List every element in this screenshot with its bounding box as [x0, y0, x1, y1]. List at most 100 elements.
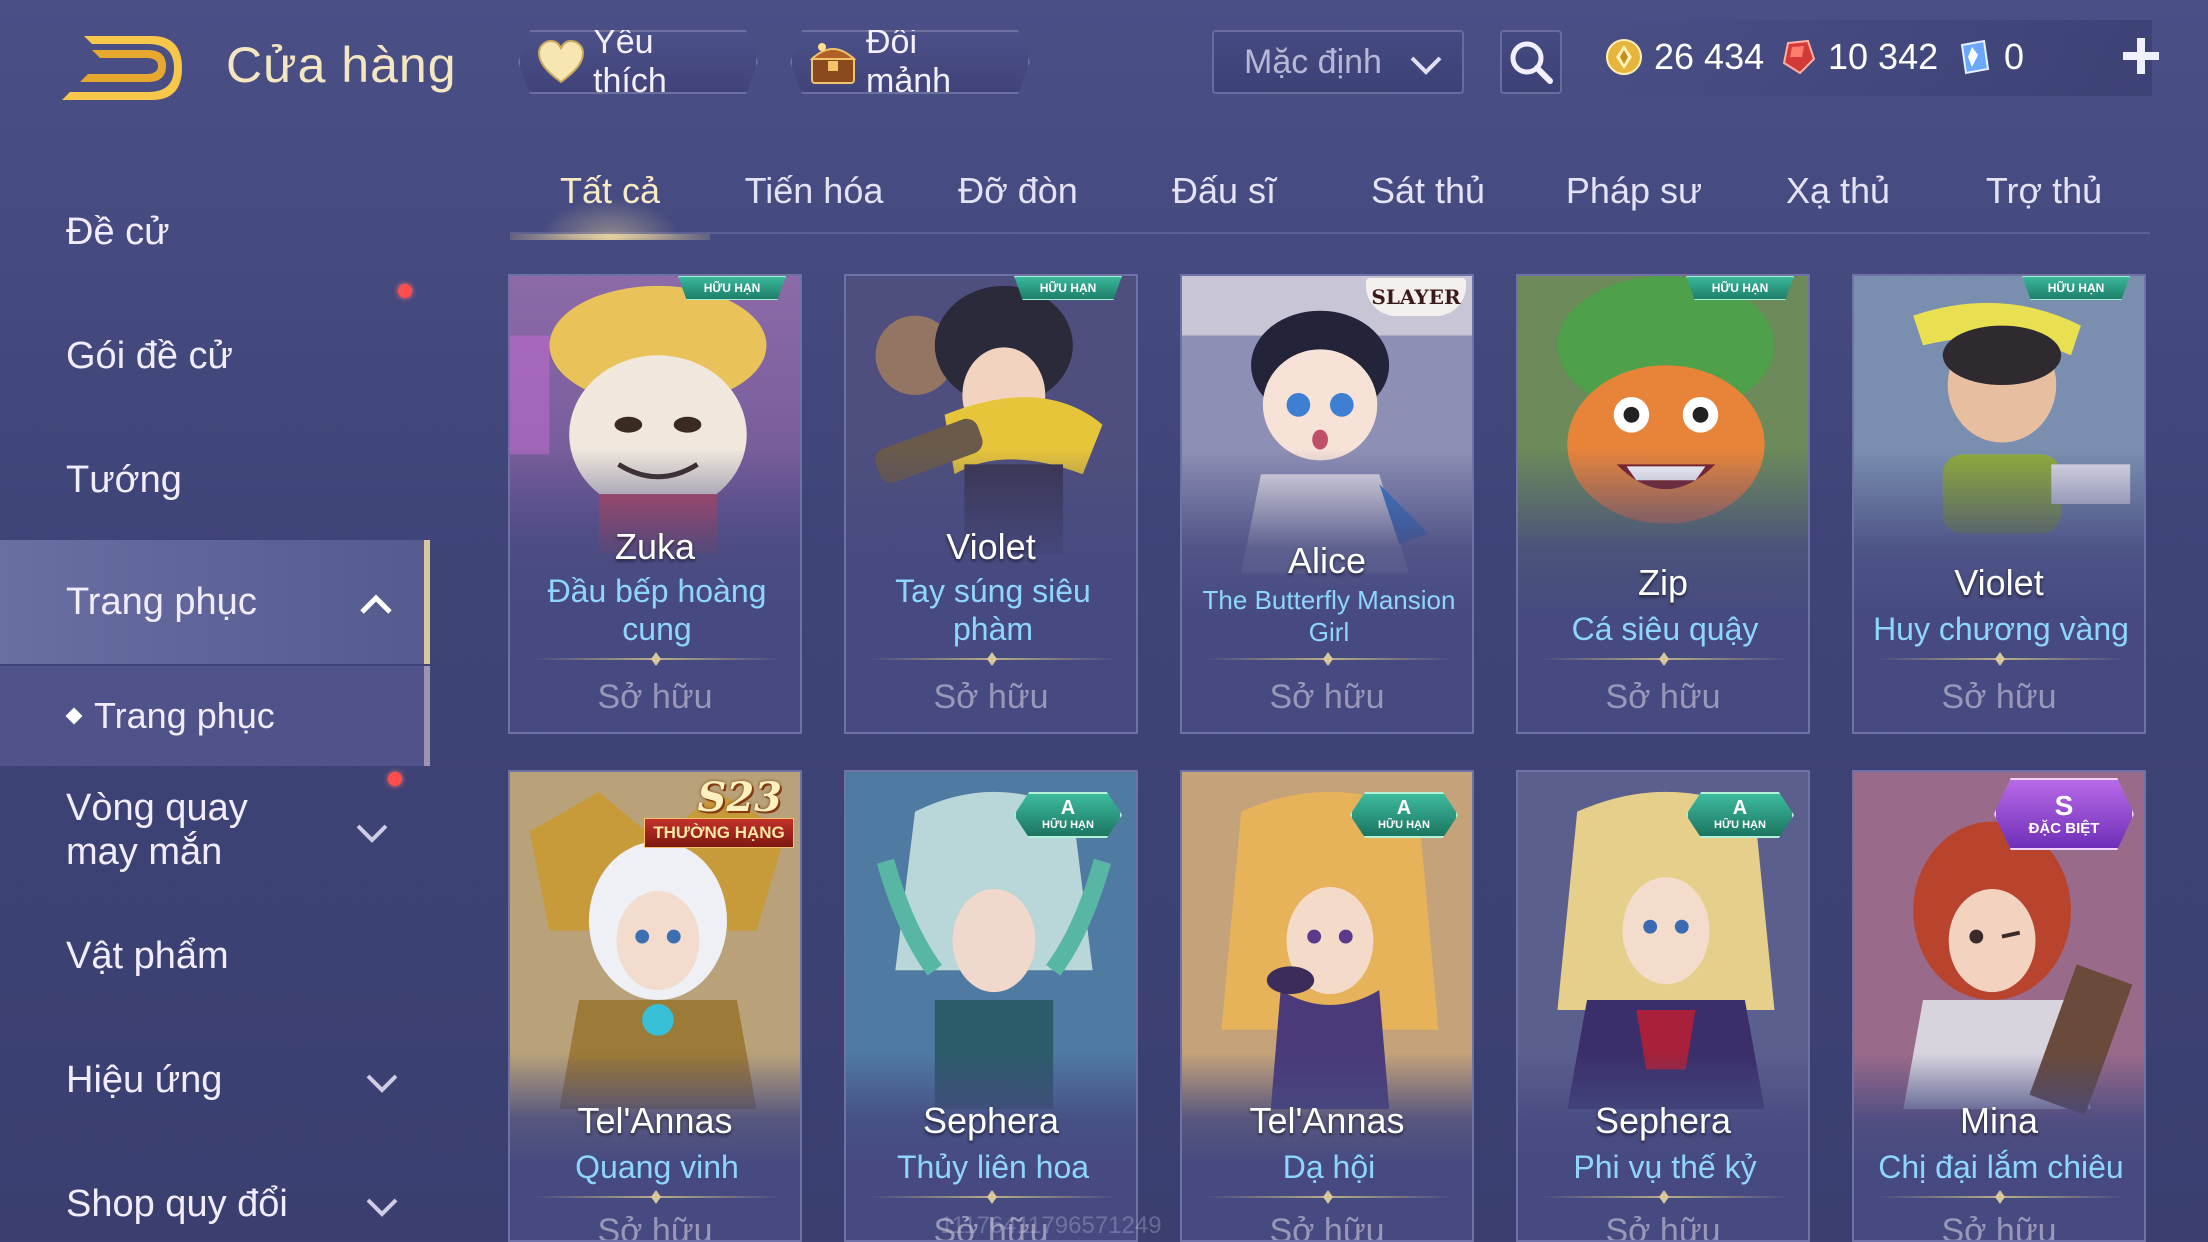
plus-icon — [2123, 38, 2159, 74]
back-arrow-icon — [62, 36, 182, 100]
limited-badge: HỮU HẠN — [1686, 276, 1794, 300]
voucher-currency: 0 — [1954, 36, 2024, 78]
skin-card[interactable]: S ĐẶC BIỆT Mina Chị đại lắm chiêu Sở hữu — [1852, 770, 2146, 1242]
tab-label: Sát thủ — [1370, 170, 1486, 211]
sidebar-item-label: Đề cử — [66, 210, 170, 253]
skin-name: Chị đại lắm chiêu — [1878, 1149, 2124, 1185]
owned-status: Sở hữu — [1941, 678, 2057, 716]
tab-marksman[interactable]: Xạ thủ — [1738, 170, 1938, 232]
hero-name: Zuka — [614, 526, 696, 567]
exchange-shards-label: Đổi mảnh — [866, 23, 952, 100]
skin-card[interactable]: A HỮU HẠN Sephera Thủy liên hoa Sở hữu — [844, 770, 1138, 1242]
grade-a-badge: A HỮU HẠN — [1014, 792, 1122, 838]
chevron-down-icon — [1410, 56, 1442, 75]
skin-card[interactable]: S23 THƯỜNG HẠNG Tel'Annas Quang vinh Sở … — [508, 770, 802, 1242]
sidebar: Đề cử Gói đề cử Tướng Trang phục Trang p… — [0, 170, 434, 1242]
sidebar-item-label: Vật phẩm — [66, 934, 229, 977]
hero-name: Violet — [1954, 562, 2044, 603]
card-divider — [1540, 652, 1790, 666]
grade-letter: A — [1060, 797, 1076, 819]
currency-bar: 26 434 10 342 0 — [1592, 20, 2152, 96]
exchange-shards-button[interactable]: Đổi mảnh — [790, 30, 1030, 94]
skin-card[interactable]: HỮU HẠN Zip Cá siêu quậy Sở hữu — [1516, 274, 1810, 734]
hero-name: Violet — [946, 526, 1036, 567]
tab-support[interactable]: Trợ thủ — [1944, 170, 2144, 232]
hero-name: Tel'Annas — [577, 1100, 733, 1141]
grade-a-badge: A HỮU HẠN — [1350, 792, 1458, 838]
special-badge: S ĐẶC BIỆT — [1994, 778, 2134, 850]
bullet-icon — [65, 707, 83, 725]
favorites-button[interactable]: Yêu thích — [518, 30, 758, 94]
sidebar-item-label: Shop quy đổi — [66, 1182, 288, 1225]
grade-letter: A — [1732, 797, 1748, 819]
voucher-icon — [1960, 39, 1990, 75]
season-badge-label: S23 — [697, 774, 782, 821]
tab-underline — [510, 234, 710, 240]
gold-coin-icon — [1606, 39, 1642, 75]
slayer-badge: SLAYER — [1366, 278, 1466, 316]
sidebar-item-label: Trang phục — [66, 580, 257, 623]
card-divider — [532, 1190, 782, 1204]
back-button[interactable] — [62, 30, 182, 102]
sidebar-item-label: Tướng — [66, 458, 182, 501]
tab-mage[interactable]: Pháp sư — [1534, 170, 1734, 232]
sidebar-item-heroes[interactable]: Tướng — [0, 418, 430, 542]
tab-evolution[interactable]: Tiến hóa — [714, 170, 914, 232]
card-divider — [1876, 652, 2126, 666]
owned-status: Sở hữu — [1941, 1212, 2057, 1242]
owned-status: Sở hữu — [1269, 1212, 1385, 1242]
limited-badge: HỮU HẠN — [2022, 276, 2130, 300]
page-title: Cửa hàng — [226, 37, 457, 93]
tab-label: Xạ thủ — [1785, 170, 1891, 211]
rank-badge-label: THƯỜNG HẠNG — [644, 818, 794, 848]
tab-glow — [540, 198, 680, 238]
ruby-gem-icon — [1782, 39, 1816, 75]
search-icon — [1510, 41, 1553, 84]
skin-name: Cá siêu quậy — [1571, 611, 1759, 647]
season-badge: S23 THƯỜNG HẠNG — [640, 772, 800, 852]
owned-status: Sở hữu — [1605, 1212, 1721, 1242]
sidebar-item-label: Trang phục — [94, 695, 275, 736]
chest-icon — [808, 37, 858, 87]
sidebar-item-label: Hiệu ứng — [66, 1058, 223, 1101]
sidebar-item-featured[interactable]: Đề cử — [0, 170, 430, 294]
sort-dropdown[interactable]: Mặc định — [1212, 30, 1464, 94]
tab-tank[interactable]: Đỡ đòn — [918, 170, 1118, 232]
sidebar-item-skins[interactable]: Trang phục — [0, 540, 430, 664]
hero-name: Sephera — [922, 1100, 1060, 1141]
special-label: ĐẶC BIỆT — [2028, 819, 2100, 837]
sidebar-subitem-skins[interactable]: Trang phục — [0, 666, 430, 766]
tab-all[interactable]: Tất cả — [510, 170, 710, 240]
special-grade-letter: S — [2054, 789, 2074, 821]
tab-assassin[interactable]: Sát thủ — [1328, 170, 1528, 232]
card-divider — [532, 652, 782, 666]
skin-name: Tay súng siêu phàm — [895, 573, 1091, 647]
tab-fighter[interactable]: Đấu sĩ — [1124, 170, 1324, 232]
owned-status: Sở hữu — [1269, 678, 1385, 716]
skin-card[interactable]: HỮU HẠN Violet Huy chương vàng Sở hữu — [1852, 274, 2146, 734]
card-divider — [1204, 1190, 1454, 1204]
skin-card[interactable]: HỮU HẠN Violet Tay súng siêu phàm Sở hữu — [844, 274, 1138, 734]
skin-card[interactable]: A HỮU HẠN Sephera Phi vụ thế kỷ Sở hữu — [1516, 770, 1810, 1242]
owned-status: Sở hữu — [1605, 678, 1721, 716]
limited-label: HỮU HẠN — [1042, 819, 1094, 831]
sidebar-item-effects[interactable]: Hiệu ứng — [0, 1018, 430, 1142]
sidebar-item-featured-packs[interactable]: Gói đề cử — [0, 284, 430, 418]
sidebar-item-exchange-shop[interactable]: Shop quy đổi — [0, 1142, 430, 1242]
skin-card[interactable]: HỮU HẠN Zuka Đầu bếp hoàng cung Sở hữu — [508, 274, 802, 734]
hero-name: Tel'Annas — [1249, 1100, 1405, 1141]
skin-name: Dạ hội — [1282, 1149, 1376, 1185]
gold-amount: 26 434 — [1654, 36, 1765, 77]
add-currency-button[interactable] — [2116, 28, 2166, 84]
sidebar-item-items[interactable]: Vật phẩm — [0, 894, 430, 1018]
search-button[interactable] — [1500, 30, 1562, 94]
chevron-up-icon — [360, 594, 392, 614]
skin-card[interactable]: SLAYER Alice The Butterfly Mansion Girl … — [1180, 274, 1474, 734]
sidebar-item-lucky-wheel[interactable]: Vòng quay may mắn — [0, 768, 420, 892]
grade-letter: A — [1396, 797, 1412, 819]
ruby-currency: 10 342 — [1778, 36, 1938, 78]
top-bar: Cửa hàng Yêu thích Đổi mảnh Mặc định 26 … — [0, 0, 2208, 130]
hero-name: Mina — [1959, 1100, 2039, 1141]
card-divider — [1876, 1190, 2126, 1204]
skin-card[interactable]: A HỮU HẠN Tel'Annas Dạ hội Sở hữu — [1180, 770, 1474, 1242]
